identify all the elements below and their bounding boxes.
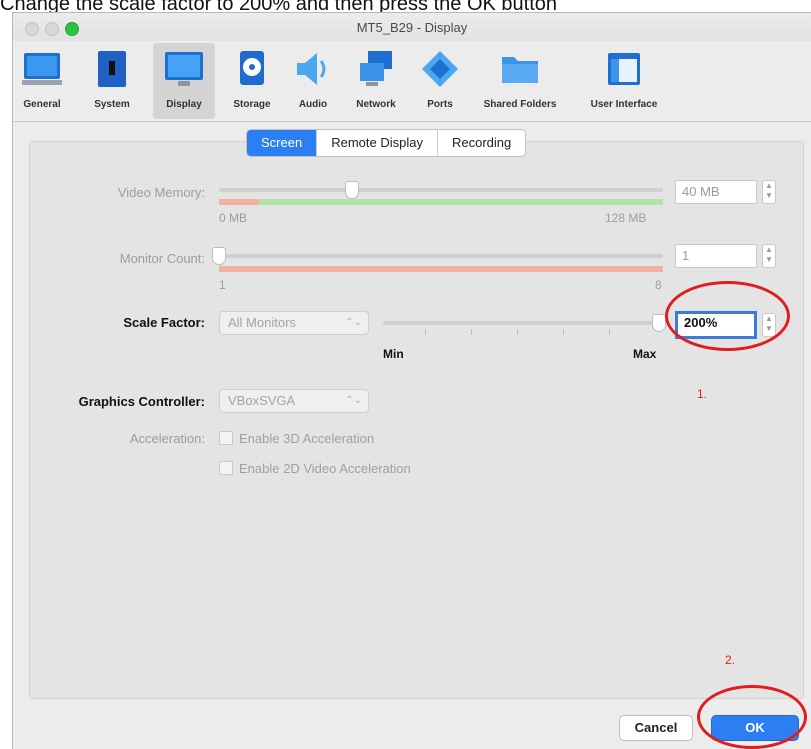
toolbar-item-audio[interactable]: Audio — [287, 43, 339, 119]
checkbox-box[interactable] — [219, 431, 233, 445]
toolbar-item-ports[interactable]: Ports — [415, 43, 465, 119]
scale-tick — [609, 329, 610, 335]
monitor-count-label: Monitor Count: — [119, 251, 205, 266]
checkbox-box[interactable] — [219, 461, 233, 475]
scale-factor-slider[interactable] — [383, 321, 659, 325]
scale-factor-min-label: Min — [383, 347, 404, 361]
ports-icon — [422, 51, 458, 87]
video-memory-low-band — [219, 199, 259, 205]
select-chevron-icon: ⌃⌄ — [345, 317, 362, 328]
select-chevron-icon: ⌃⌄ — [345, 395, 362, 406]
toolbar-item-display[interactable]: Display — [153, 43, 215, 119]
video-memory-safe-band — [259, 199, 663, 205]
storage-icon — [240, 51, 264, 85]
annotation-step-2: 2. — [725, 653, 736, 667]
toolbar-item-shared-folders[interactable]: Shared Folders — [477, 43, 563, 119]
toolbar-item-network[interactable]: Network — [347, 43, 405, 119]
general-icon — [22, 53, 62, 85]
audio-icon — [297, 53, 326, 85]
scale-factor-label: Scale Factor: — [123, 315, 205, 330]
graphics-controller-label: Graphics Controller: — [78, 394, 205, 409]
toolbar-item-user-interface[interactable]: User Interface — [581, 43, 667, 119]
video-memory-slider[interactable] — [219, 188, 663, 192]
graphics-controller-select[interactable]: VBoxSVGA ⌃⌄ — [219, 389, 369, 413]
cancel-button[interactable]: Cancel — [619, 715, 693, 741]
scale-tick — [471, 329, 472, 335]
monitor-count-slider[interactable] — [219, 254, 663, 258]
monitor-count-slider-thumb[interactable] — [212, 247, 226, 265]
scale-factor-max-label: Max — [633, 347, 657, 361]
user-interface-icon — [608, 53, 640, 85]
display-tabs: Screen Remote Display Recording — [246, 129, 527, 157]
network-icon — [360, 51, 392, 86]
scale-tick — [517, 329, 518, 335]
video-memory-field[interactable]: 40 MB — [675, 180, 757, 204]
toolbar-item-storage[interactable]: Storage — [223, 43, 281, 119]
video-memory-slider-thumb[interactable] — [345, 181, 360, 199]
title-bar[interactable]: MT5_B29 - Display — [13, 13, 811, 41]
toolbar-item-general[interactable]: General — [13, 43, 71, 119]
acceleration-label: Acceleration: — [129, 431, 205, 446]
video-memory-label: Video Memory: — [117, 185, 205, 200]
scale-tick — [563, 329, 564, 335]
video-memory-stepper[interactable]: ▲ ▼ — [762, 180, 776, 204]
window-title: MT5_B29 - Display — [356, 20, 468, 35]
tab-remote-display[interactable]: Remote Display — [317, 130, 438, 156]
display-icon — [165, 52, 203, 86]
system-icon — [98, 51, 126, 87]
annotation-step-1: 1. — [697, 387, 708, 401]
video-memory-min-label: 0 MB — [219, 211, 248, 225]
monitor-count-max-label: 8 — [655, 278, 662, 292]
shared-folders-icon — [502, 57, 538, 83]
video-memory-max-label: 128 MB — [605, 211, 647, 225]
monitor-count-stepper[interactable]: ▲ ▼ — [762, 244, 776, 268]
enable-2d-video-acceleration-checkbox[interactable]: Enable 2D Video Acceleration — [219, 461, 411, 476]
settings-toolbar: General System Display Storage Audio Net… — [13, 41, 811, 122]
tab-screen[interactable]: Screen — [247, 130, 318, 156]
annotation-circle-ok-button — [697, 685, 807, 749]
monitor-count-band — [219, 266, 663, 272]
display-settings-panel — [29, 141, 804, 699]
annotation-circle-scale-field — [665, 281, 790, 351]
monitor-count-field[interactable]: 1 — [675, 244, 757, 268]
settings-window: MT5_B29 - Display General System Display… — [12, 12, 811, 749]
toolbar-item-system[interactable]: System — [83, 43, 141, 119]
monitor-count-min-label: 1 — [219, 278, 226, 292]
scale-tick — [425, 329, 426, 335]
tab-recording[interactable]: Recording — [438, 130, 525, 156]
scale-factor-slider-thumb[interactable] — [652, 314, 666, 332]
enable-3d-acceleration-checkbox[interactable]: Enable 3D Acceleration — [219, 431, 374, 446]
scale-factor-monitor-select[interactable]: All Monitors ⌃⌄ — [219, 311, 369, 335]
